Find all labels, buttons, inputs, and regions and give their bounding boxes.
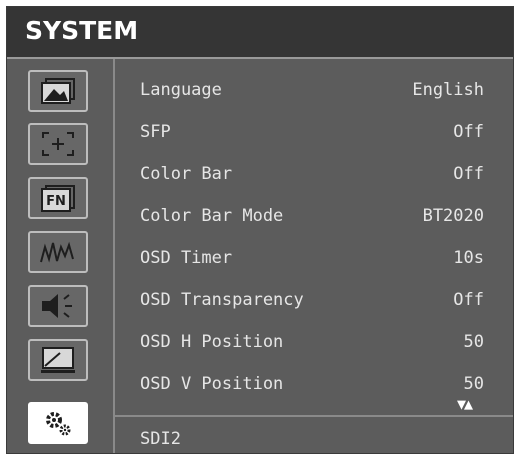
scroll-indicator-icon[interactable]: ▼▲ bbox=[457, 397, 473, 412]
menu-row-color-bar[interactable]: Color Bar Off bbox=[115, 157, 513, 193]
speaker-icon bbox=[42, 294, 72, 318]
display-icon bbox=[41, 347, 75, 373]
marker-icon bbox=[42, 132, 74, 156]
menu-row-osd-v-position[interactable]: OSD V Position 50 bbox=[115, 367, 513, 403]
system-gear-icon bbox=[46, 412, 71, 436]
row-value: Off bbox=[453, 290, 484, 310]
menu-row-osd-timer[interactable]: OSD Timer 10s bbox=[115, 241, 513, 277]
picture-icon bbox=[41, 78, 75, 104]
menu-row-osd-transparency[interactable]: OSD Transparency Off bbox=[115, 283, 513, 319]
menu-row-language[interactable]: Language English bbox=[115, 73, 513, 109]
row-label: OSD V Position bbox=[140, 374, 284, 394]
row-label: SFP bbox=[140, 122, 171, 142]
row-value: Off bbox=[453, 122, 484, 142]
tab-waveform[interactable] bbox=[28, 231, 88, 273]
row-label: Language bbox=[140, 80, 222, 100]
row-value: BT2020 bbox=[422, 206, 484, 226]
tab-function[interactable]: FN bbox=[28, 177, 88, 219]
row-value: Off bbox=[453, 164, 484, 184]
row-value: 50 bbox=[463, 332, 484, 352]
osd-menu-window: SYSTEM FN Language English SFP Off Color… bbox=[6, 6, 514, 454]
menu-sidebar: FN bbox=[7, 59, 115, 453]
function-key-icon: FN bbox=[41, 185, 75, 212]
title-bar: SYSTEM bbox=[7, 7, 513, 59]
row-value: English bbox=[412, 80, 484, 100]
status-divider bbox=[115, 415, 513, 417]
tab-audio[interactable] bbox=[28, 285, 88, 327]
row-value: 50 bbox=[463, 374, 484, 394]
input-source-status: SDI2 bbox=[140, 429, 181, 449]
svg-text:FN: FN bbox=[46, 194, 66, 209]
row-value: 10s bbox=[453, 248, 484, 268]
tab-picture[interactable] bbox=[28, 70, 88, 112]
row-label: Color Bar bbox=[140, 164, 233, 184]
row-label: OSD Timer bbox=[140, 248, 233, 268]
waveform-icon bbox=[40, 241, 74, 263]
row-label: OSD Transparency bbox=[140, 290, 304, 310]
menu-row-sfp[interactable]: SFP Off bbox=[115, 115, 513, 151]
menu-title: SYSTEM bbox=[25, 16, 139, 45]
menu-row-color-bar-mode[interactable]: Color Bar Mode BT2020 bbox=[115, 199, 513, 235]
tab-system[interactable] bbox=[28, 402, 88, 444]
row-label: OSD H Position bbox=[140, 332, 284, 352]
tab-display[interactable] bbox=[28, 339, 88, 381]
menu-row-osd-h-position[interactable]: OSD H Position 50 bbox=[115, 325, 513, 361]
row-label: Color Bar Mode bbox=[140, 206, 284, 226]
tab-marker[interactable] bbox=[28, 123, 88, 165]
menu-content: Language English SFP Off Color Bar Off C… bbox=[115, 59, 513, 453]
